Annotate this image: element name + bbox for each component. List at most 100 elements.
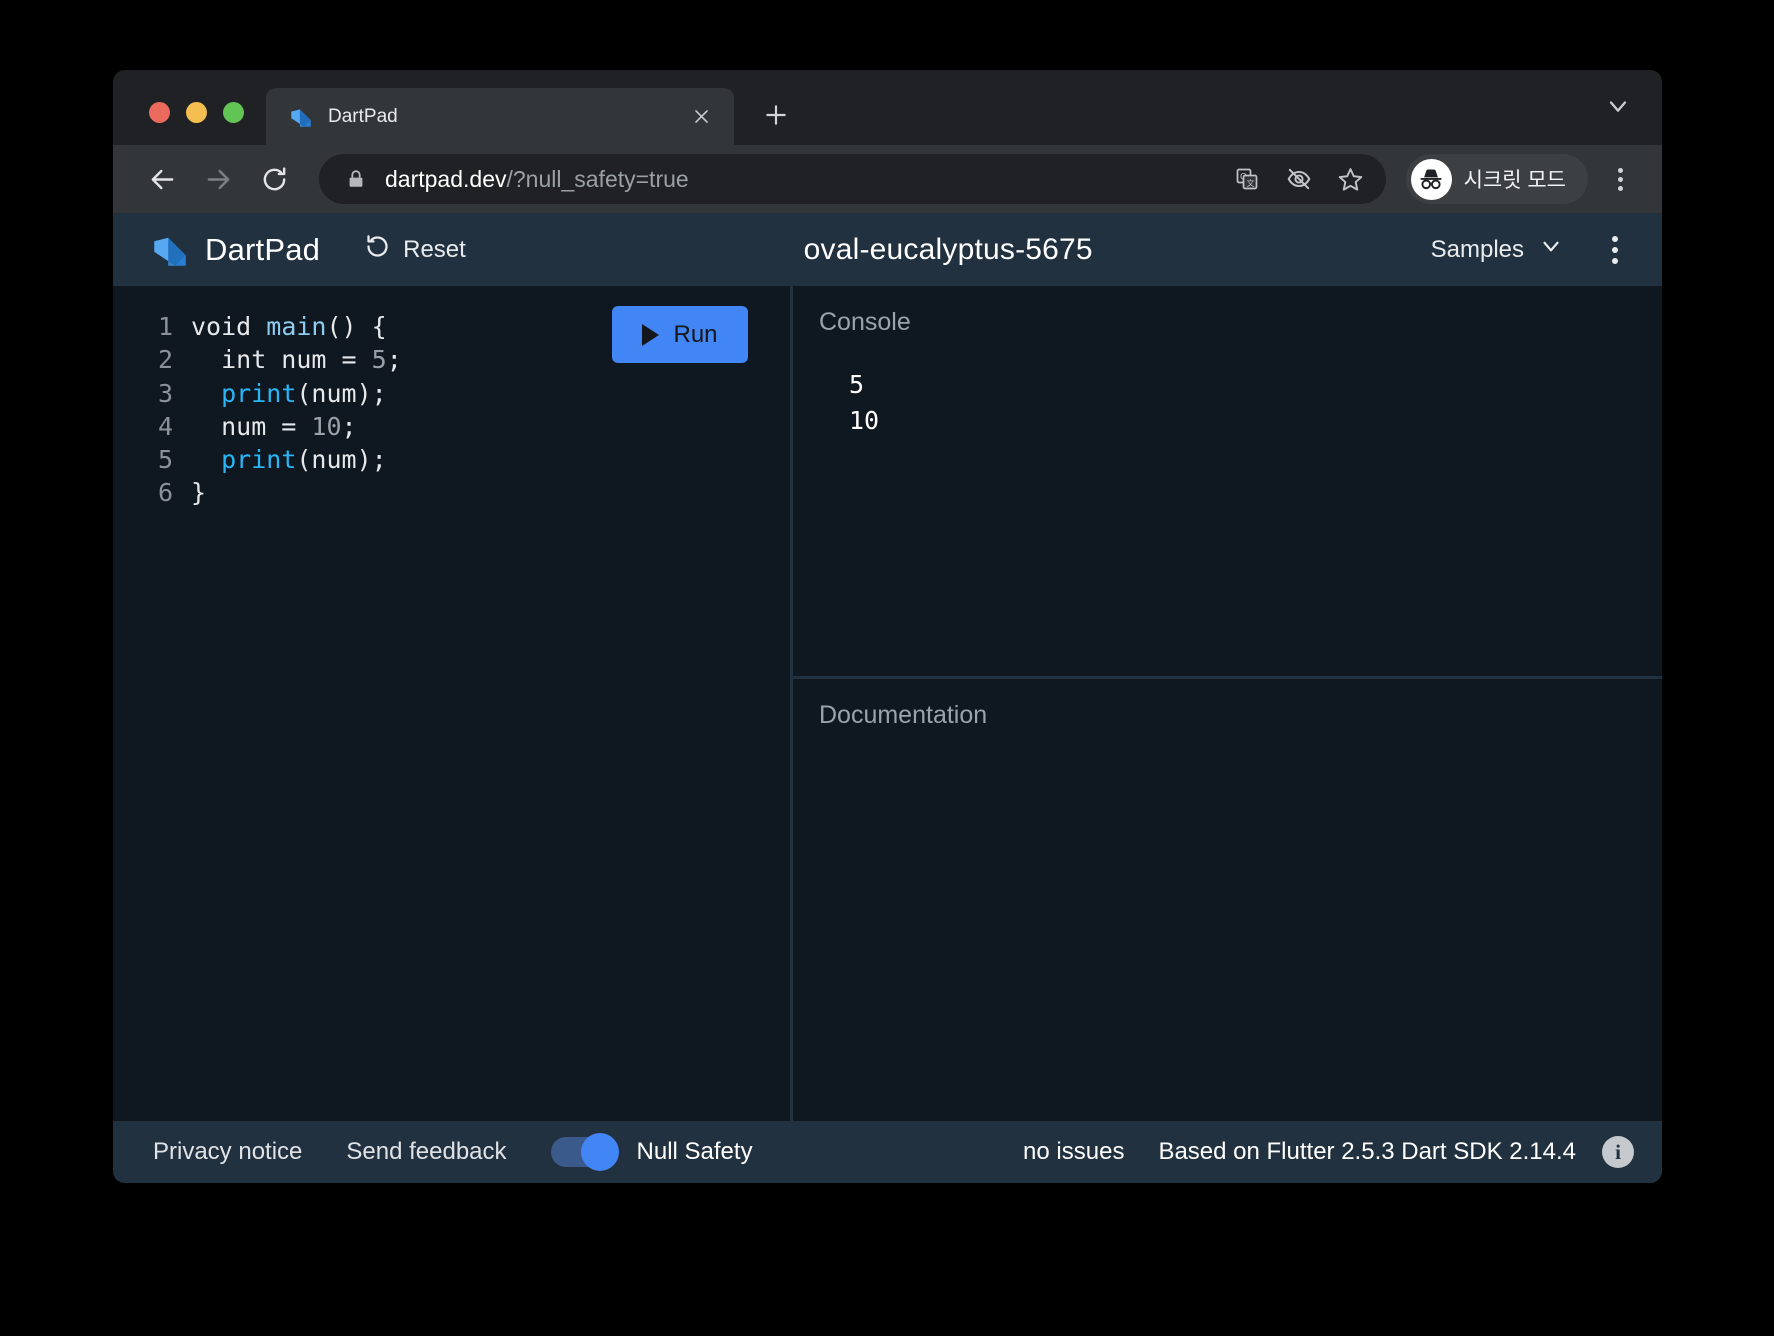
line-number: 2 [157,345,173,375]
maximize-window-button[interactable] [223,102,244,123]
browser-toolbar: dartpad.dev/?null_safety=true G 文 [113,145,1662,213]
code-line: 4 num = 10; [139,410,790,443]
dartpad-menu-button[interactable] [1598,230,1632,270]
code-line-text: print(num); [191,443,387,476]
refresh-icon [364,233,391,267]
code-token: 10 [311,411,342,441]
kebab-menu-icon[interactable] [1600,156,1640,202]
code-line: 6} [139,476,790,509]
code-token: ; [386,345,402,375]
lock-icon [345,168,367,190]
line-number: 5 [157,445,173,474]
line-number: 3 [157,378,173,408]
run-button-label: Run [673,320,718,348]
code-line: 5 print(num); [139,443,790,476]
line-number: 4 [157,411,173,441]
console-panel: Console 5 10 [793,286,1662,679]
browser-tabstrip: DartPad [113,70,1662,145]
eye-slash-icon[interactable] [1278,158,1320,200]
code-token: ; [341,411,357,441]
arrow-right-icon[interactable] [193,154,243,204]
code-token: int num = [191,345,372,375]
code-token: main [266,312,327,341]
samples-dropdown[interactable]: Samples [1431,233,1564,266]
address-bar[interactable]: dartpad.dev/?null_safety=true G 文 [319,154,1386,204]
minimize-window-button[interactable] [186,102,207,123]
translate-icon[interactable]: G 文 [1226,158,1268,200]
svg-text:文: 文 [1246,178,1254,188]
code-token: void [191,312,252,341]
chevron-down-icon [1538,233,1564,266]
null-safety-label: Null Safety [636,1138,753,1165]
kebab-dot [1612,257,1618,264]
samples-label: Samples [1430,235,1524,263]
info-icon[interactable]: i [1602,1136,1634,1168]
url-path: /?null_safety=true [506,165,689,192]
null-safety-toggle[interactable] [550,1133,619,1171]
dart-logo-icon [149,229,191,271]
kebab-dot [1617,176,1623,182]
incognito-indicator[interactable]: 시크릿 모드 [1405,154,1588,204]
code-line: 3 print(num); [139,377,790,410]
send-feedback-link[interactable]: Send feedback [346,1138,506,1166]
code-line-text: } [191,476,206,509]
line-number: 1 [157,312,173,341]
dart-logo-icon [288,104,314,130]
reset-label: Reset [403,235,466,263]
code-token: 5 [371,345,387,375]
url-host: dartpad.dev [385,165,507,192]
close-window-button[interactable] [149,102,170,123]
console-title: Console [819,308,911,336]
issues-status[interactable]: no issues [1023,1138,1124,1166]
toggle-knob [580,1133,619,1171]
incognito-avatar-icon [1410,158,1452,200]
incognito-label: 시크릿 모드 [1463,169,1566,192]
console-output: 5 10 [849,370,880,436]
reload-icon[interactable] [249,154,299,204]
dartpad-brand: DartPad [205,231,321,267]
window-controls [113,102,266,145]
code-token: (num); [296,445,387,474]
code-line-text: int num = 5; [191,343,402,376]
kebab-dot [1612,235,1618,242]
line-number: 6 [157,478,173,508]
code-token: () { [326,312,387,341]
kebab-dot [1617,167,1623,173]
tab-title: DartPad [328,105,398,127]
arrow-left-icon[interactable] [137,154,187,204]
output-pane: Console 5 10 Documentation [793,286,1662,1121]
code-token: print [221,378,297,408]
browser-window: DartPad dartpad.dev/?null_safety=true 文 … [113,70,1662,1183]
url-text: dartpad.dev/?null_safety=true [385,166,1216,193]
code-token: print [221,445,297,474]
code-token: (num); [296,378,387,408]
reset-button[interactable]: Reset [364,233,466,267]
chevron-down-icon[interactable] [1604,92,1632,125]
code-line-text: void main() { [191,310,387,343]
dartpad-header: DartPad Reset oval-eucalyptus-5675 Sampl… [113,213,1662,286]
privacy-notice-link[interactable]: Privacy notice [153,1138,302,1166]
kebab-dot [1612,246,1618,253]
close-icon[interactable] [686,102,716,132]
browser-tab[interactable]: DartPad [266,88,734,145]
project-title: oval-eucalyptus-5675 [803,232,1093,266]
code-token: num = [191,411,312,441]
star-icon[interactable] [1330,158,1372,200]
documentation-panel: Documentation [793,679,1662,1121]
version-status: Based on Flutter 2.5.3 Dart SDK 2.14.4 [1158,1138,1576,1165]
dartpad-app: DartPad Reset oval-eucalyptus-5675 Sampl… [113,213,1662,1183]
new-tab-button[interactable] [754,93,798,137]
run-button[interactable]: Run [612,306,748,363]
play-icon [642,323,660,346]
code-line-text: print(num); [191,377,387,410]
dartpad-status-bar: Privacy notice Send feedback Null Safety… [113,1121,1662,1183]
dartpad-main: 1 void main() {2 int num = 5; 3 print(num)… [113,286,1662,1121]
documentation-title: Documentation [819,701,988,729]
kebab-dot [1617,185,1623,191]
code-token: } [191,478,207,508]
code-line-text: num = 10; [191,410,357,443]
code-editor-pane[interactable]: 1 void main() {2 int num = 5; 3 print(num)… [113,286,793,1121]
